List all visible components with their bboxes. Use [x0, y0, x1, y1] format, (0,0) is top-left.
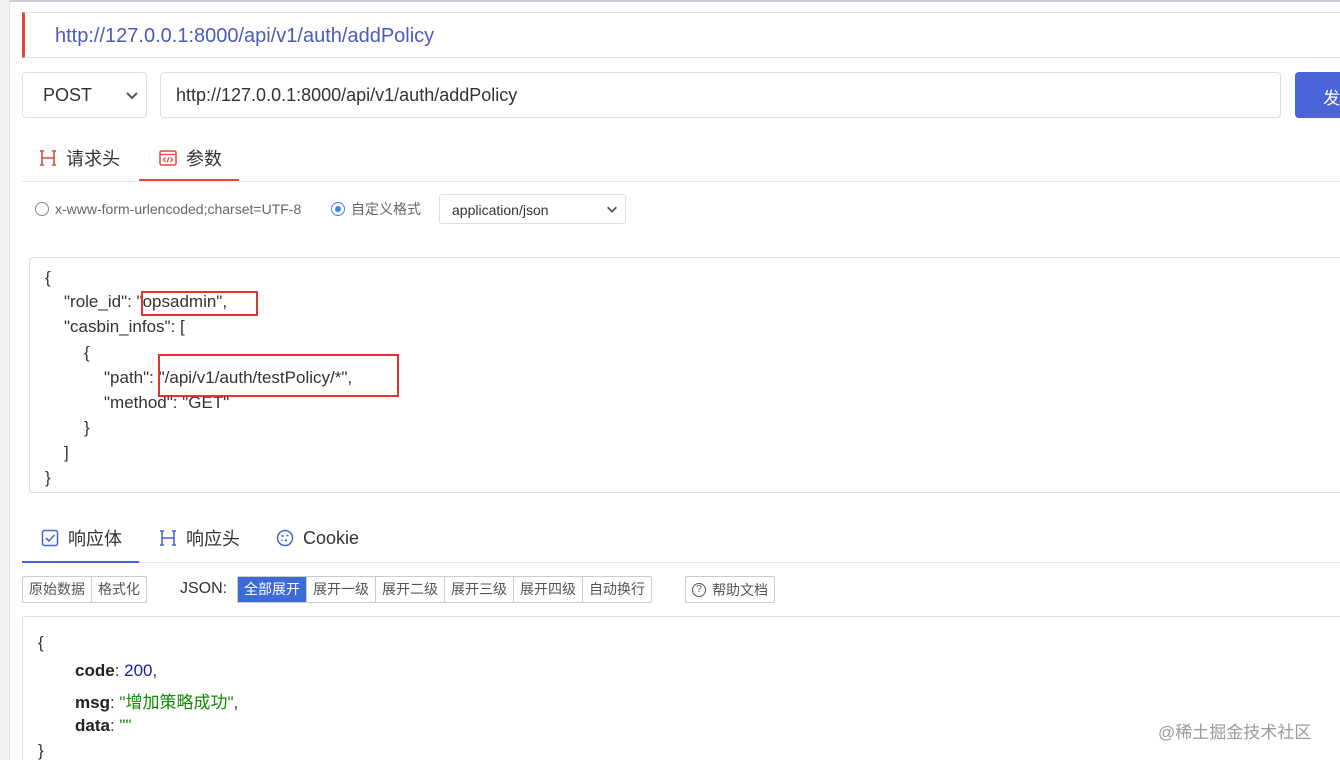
- expand-level3-button[interactable]: 展开三级: [445, 577, 514, 602]
- auto-wrap-button[interactable]: 自动换行: [583, 577, 651, 602]
- code-line: {: [84, 343, 90, 362]
- json-row-data: data: "": [75, 716, 132, 736]
- code-line: {: [45, 268, 51, 287]
- checkbox-icon: [40, 528, 60, 548]
- highlight-box-path: [158, 354, 399, 397]
- expand-level2-button[interactable]: 展开二级: [376, 577, 445, 602]
- tab-response-body[interactable]: 响应体: [40, 518, 122, 558]
- raw-data-button[interactable]: 原始数据: [23, 577, 92, 602]
- json-colon: :: [114, 661, 125, 680]
- json-value: 200: [124, 661, 153, 680]
- response-active-tab-indicator: [22, 561, 139, 563]
- tab-request-headers[interactable]: 请求头: [38, 136, 120, 180]
- radio-custom-circle[interactable]: [331, 202, 345, 216]
- watermark: @稀土掘金技术社区: [1158, 723, 1312, 742]
- method-value: POST: [43, 85, 93, 105]
- tab-response-body-label: 响应体: [68, 529, 122, 549]
- radio-urlencoded-circle[interactable]: [35, 202, 49, 216]
- content-type-select[interactable]: application/json: [439, 194, 626, 224]
- response-body-viewer[interactable]: { code: 200, msg: "增加策略成功", data: "" }: [22, 616, 1340, 760]
- send-button[interactable]: 发送: [1295, 72, 1340, 118]
- expand-level4-button[interactable]: 展开四级: [514, 577, 583, 602]
- radio-custom-label: 自定义格式: [351, 201, 421, 217]
- tab-cookie[interactable]: Cookie: [275, 518, 359, 558]
- active-tab-indicator: [139, 179, 239, 181]
- json-key: msg: [75, 693, 110, 712]
- content-type-value: application/json: [452, 202, 549, 218]
- radio-urlencoded-label: x-www-form-urlencoded;charset=UTF-8: [55, 201, 302, 217]
- url-input[interactable]: http://127.0.0.1:8000/api/v1/auth/addPol…: [160, 72, 1281, 118]
- send-button-label: 发送: [1323, 89, 1340, 108]
- tab-cookie-label: Cookie: [303, 527, 360, 548]
- view-mode-group: 原始数据 格式化: [22, 576, 147, 603]
- code-line: }: [84, 418, 90, 437]
- header-h-icon: [38, 148, 58, 168]
- json-value: "增加策略成功": [119, 693, 234, 712]
- url-value: http://127.0.0.1:8000/api/v1/auth/addPol…: [176, 85, 518, 105]
- json-close-brace: }: [38, 741, 44, 760]
- json-open-brace: {: [38, 633, 44, 652]
- tab-params-label: 参数: [186, 149, 222, 169]
- response-tabs-divider: [22, 562, 1340, 563]
- tab-response-headers-label: 响应头: [186, 529, 240, 549]
- tab-params[interactable]: 参数: [158, 136, 222, 180]
- question-icon: ?: [692, 582, 706, 597]
- expand-level1-button[interactable]: 展开一级: [307, 577, 376, 602]
- code-line: ]: [64, 443, 69, 462]
- json-row-code: code: 200,: [75, 661, 157, 681]
- json-colon: :: [109, 693, 120, 712]
- expand-level-group: 全部展开 展开一级 展开二级 展开三级 展开四级 自动换行: [237, 576, 652, 603]
- request-title-bar[interactable]: http://127.0.0.1:8000/api/v1/auth/addPol…: [22, 12, 1340, 58]
- radio-custom-format[interactable]: 自定义格式: [331, 196, 421, 222]
- left-panel-edge: [0, 0, 10, 760]
- highlight-box-role-id: [141, 291, 258, 316]
- json-comma: ,: [152, 661, 158, 680]
- json-key: data: [75, 716, 110, 735]
- json-colon: :: [109, 716, 120, 735]
- code-line: }: [45, 468, 51, 487]
- code-line: "casbin_infos": [: [64, 317, 185, 336]
- chevron-down-icon: [607, 206, 617, 213]
- json-value: "": [119, 716, 132, 735]
- help-docs-button[interactable]: ? 帮助文档: [685, 576, 775, 603]
- chevron-down-icon: [126, 92, 138, 100]
- tab-response-headers[interactable]: 响应头: [158, 518, 240, 558]
- top-divider: [10, 0, 1340, 2]
- code-window-icon: [158, 148, 178, 168]
- request-body-editor[interactable]: { "role_id": "opsadmin", "casbin_infos":…: [29, 257, 1340, 493]
- format-button[interactable]: 格式化: [92, 577, 146, 602]
- expand-all-button[interactable]: 全部展开: [238, 577, 307, 602]
- request-tabs-divider: [22, 181, 1340, 182]
- json-key: code: [75, 661, 115, 680]
- request-title-url: http://127.0.0.1:8000/api/v1/auth/addPol…: [55, 25, 435, 47]
- json-comma: ,: [233, 693, 239, 712]
- json-row-msg: msg: "增加策略成功",: [75, 688, 238, 713]
- help-docs-label: 帮助文档: [712, 581, 768, 598]
- cookie-icon: [275, 528, 295, 548]
- radio-urlencoded[interactable]: x-www-form-urlencoded;charset=UTF-8: [35, 196, 301, 222]
- json-label: JSON:: [180, 580, 228, 597]
- method-select[interactable]: POST: [22, 72, 147, 118]
- tab-request-headers-label: 请求头: [66, 149, 120, 169]
- header-h-icon: [158, 528, 178, 548]
